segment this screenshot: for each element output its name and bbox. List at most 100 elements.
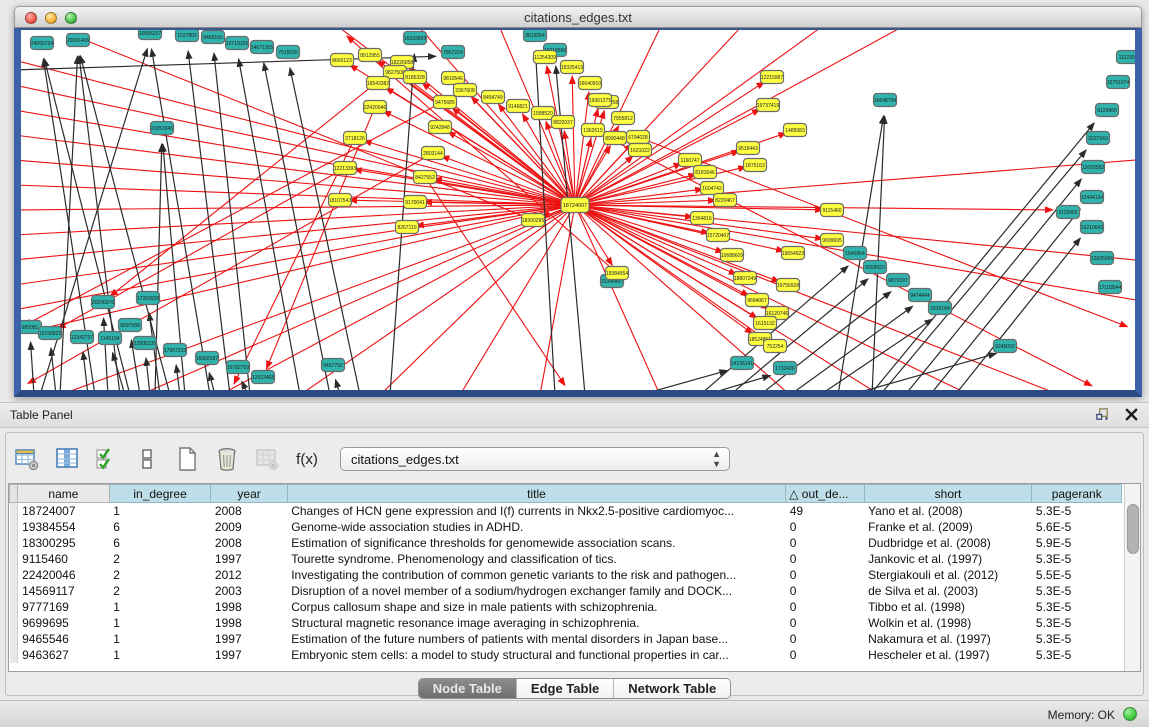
table-cell[interactable]: 1: [109, 599, 211, 615]
graph-edge[interactable]: [955, 238, 1080, 390]
graph-edge[interactable]: [110, 62, 402, 296]
table-cell[interactable]: Estimation of the future numbers of pati…: [287, 631, 786, 647]
graph-edge[interactable]: [820, 319, 933, 390]
select-rows-icon[interactable]: [94, 446, 120, 472]
table-cell[interactable]: Genome-wide association studies in ADHD.: [287, 519, 786, 535]
column-header-name[interactable]: name: [18, 485, 110, 503]
table-row[interactable]: 911546021997Tourette syndrome. Phenomeno…: [10, 551, 1122, 567]
graph-edge[interactable]: [242, 381, 248, 390]
table-row[interactable]: 946554611997Estimation of the future num…: [10, 631, 1122, 647]
table-cell[interactable]: Corpus callosum shape and size in male p…: [287, 599, 786, 615]
tab-edge-table[interactable]: Edge Table: [517, 679, 614, 698]
table-cell[interactable]: 6: [109, 519, 211, 535]
graph-edge[interactable]: [83, 352, 88, 390]
table-cell[interactable]: Disruption of a novel member of a sodium…: [287, 583, 786, 599]
table-cell[interactable]: 1997: [211, 647, 287, 663]
table-cell[interactable]: Franke et al. (2009): [864, 519, 1032, 535]
table-cell[interactable]: 5.3E-5: [1032, 647, 1122, 663]
table-cell[interactable]: 1: [109, 503, 211, 520]
graph-edge[interactable]: [872, 116, 885, 390]
table-cell[interactable]: 0: [786, 551, 864, 567]
table-selector-dropdown[interactable]: citations_edges.txt ▲▼: [340, 447, 730, 471]
table-cell[interactable]: 2: [109, 567, 211, 583]
graph-edge[interactable]: [336, 380, 340, 390]
table-cell[interactable]: Yano et al. (2008): [864, 503, 1032, 520]
table-cell[interactable]: 5.3E-5: [1032, 583, 1122, 599]
table-cell[interactable]: Wolkin et al. (1998): [864, 615, 1032, 631]
graph-edge[interactable]: [21, 160, 575, 205]
close-panel-icon[interactable]: [1124, 407, 1139, 422]
graph-edge[interactable]: [51, 348, 56, 390]
table-cell[interactable]: 1998: [211, 615, 287, 631]
table-cell[interactable]: Structural magnetic resonance image aver…: [287, 615, 786, 631]
tab-network-table[interactable]: Network Table: [614, 679, 730, 698]
graph-edge[interactable]: [21, 205, 575, 335]
table-row[interactable]: 1938455462009Genome-wide association stu…: [10, 519, 1122, 535]
table-cell[interactable]: Changes of HCN gene expression and I(f) …: [287, 503, 786, 520]
table-cell[interactable]: 18724007: [18, 503, 110, 520]
table-cell[interactable]: Estimation of significance thresholds fo…: [287, 535, 786, 551]
column-header-in_degree[interactable]: in_degree: [109, 485, 211, 503]
graph-edge[interactable]: [31, 342, 34, 390]
table-cell[interactable]: Tibbo et al. (1998): [864, 599, 1032, 615]
table-cell[interactable]: 14569117: [18, 583, 110, 599]
table-cell[interactable]: 1997: [211, 631, 287, 647]
table-cell[interactable]: 0: [786, 647, 864, 663]
graph-edge[interactable]: [905, 179, 1081, 390]
table-cell[interactable]: Tourette syndrome. Phenomenology and cla…: [287, 551, 786, 567]
table-cell[interactable]: 49: [786, 503, 864, 520]
graph-edge[interactable]: [209, 373, 215, 390]
window-titlebar[interactable]: citations_edges.txt: [14, 6, 1142, 28]
column-header-pagerank[interactable]: pagerank: [1032, 485, 1122, 503]
table-row[interactable]: 1830029562008Estimation of significance …: [10, 535, 1122, 551]
table-cell[interactable]: 5.9E-5: [1032, 535, 1122, 551]
graph-edge[interactable]: [575, 160, 1135, 205]
column-header-short[interactable]: short: [864, 485, 1032, 503]
column-chooser-icon[interactable]: [54, 446, 80, 472]
table-cell[interactable]: 6: [109, 535, 211, 551]
delete-table-icon[interactable]: [214, 446, 240, 472]
table-cell[interactable]: 1: [109, 647, 211, 663]
table-cell[interactable]: 5.3E-5: [1032, 615, 1122, 631]
table-cell[interactable]: 0: [786, 567, 864, 583]
column-header-out_de[interactable]: △ out_de...: [786, 485, 864, 503]
table-cell[interactable]: 5.3E-5: [1032, 631, 1122, 647]
row-height-icon[interactable]: [134, 446, 160, 472]
table-cell[interactable]: Dudbridge et al. (2008): [864, 535, 1032, 551]
table-cell[interactable]: Investigating the contribution of common…: [287, 567, 786, 583]
table-cell[interactable]: 0: [786, 631, 864, 647]
graph-edge[interactable]: [354, 169, 575, 205]
table-cell[interactable]: 18300295: [18, 535, 110, 551]
table-cell[interactable]: 5.5E-5: [1032, 567, 1122, 583]
graph-edge[interactable]: [870, 123, 1094, 390]
tab-node-table[interactable]: Node Table: [419, 679, 517, 698]
column-header-title[interactable]: title: [287, 485, 786, 503]
table-cell[interactable]: 1997: [211, 551, 287, 567]
table-row[interactable]: 977716911998Corpus callosum shape and si…: [10, 599, 1122, 615]
graph-edge[interactable]: [556, 66, 585, 390]
table-cell[interactable]: 2008: [211, 503, 287, 520]
table-scrollbar[interactable]: [1124, 484, 1140, 671]
table-cell[interactable]: 9699695: [18, 615, 110, 631]
table-cell[interactable]: Hescheler et al. (1997): [864, 647, 1032, 663]
table-cell[interactable]: 1998: [211, 599, 287, 615]
table-cell[interactable]: 1: [109, 631, 211, 647]
table-cell[interactable]: 0: [786, 583, 864, 599]
table-cell[interactable]: Nakamura et al. (1997): [864, 631, 1032, 647]
table-cell[interactable]: 0: [786, 519, 864, 535]
table-cell[interactable]: 9463627: [18, 647, 110, 663]
table-cell[interactable]: 9115460: [18, 551, 110, 567]
table-cell[interactable]: 2008: [211, 535, 287, 551]
table-row[interactable]: 2242004622012Investigating the contribut…: [10, 567, 1122, 583]
table-cell[interactable]: 19384554: [18, 519, 110, 535]
table-cell[interactable]: 5.3E-5: [1032, 599, 1122, 615]
table-cell[interactable]: 0: [786, 535, 864, 551]
graph-edge[interactable]: [21, 205, 575, 285]
table-panel-titlebar[interactable]: Table Panel: [0, 402, 1149, 428]
table-cell[interactable]: 9777169: [18, 599, 110, 615]
table-cell[interactable]: 22420046: [18, 567, 110, 583]
table-cell[interactable]: 2009: [211, 519, 287, 535]
function-builder-icon[interactable]: f(x): [294, 446, 320, 472]
graph-edge[interactable]: [24, 90, 465, 326]
table-cell[interactable]: 0: [786, 615, 864, 631]
